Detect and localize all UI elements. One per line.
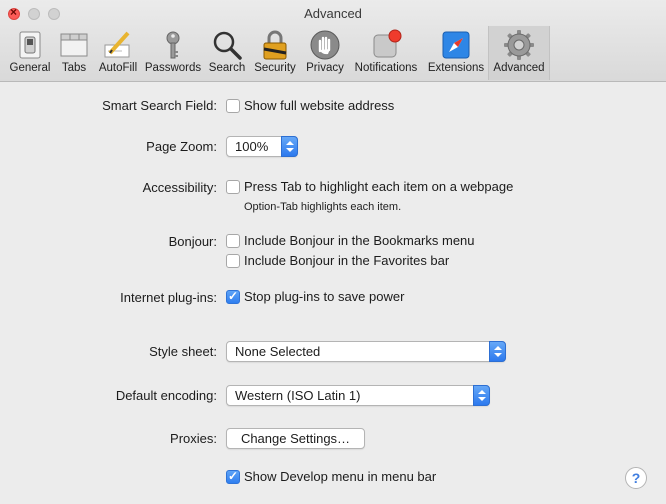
- gear-icon: [504, 30, 534, 60]
- tab-label: Tabs: [61, 62, 87, 74]
- bonjour-bookmarks-checkbox[interactable]: [226, 234, 240, 248]
- switch-icon: [19, 31, 41, 59]
- accessibility-label: Accessibility:: [142, 180, 217, 195]
- title-toolbar: Advanced General Tabs: [0, 0, 666, 82]
- tab-extensions[interactable]: Extensions: [425, 26, 487, 80]
- popup-arrows-icon: [473, 385, 490, 406]
- bonjour-bookmarks-text: Include Bonjour in the Bookmarks menu: [244, 233, 475, 248]
- style-sheet-popup[interactable]: None Selected: [226, 341, 506, 362]
- tab-label: AutoFill: [98, 62, 138, 74]
- tab-label: Extensions: [427, 62, 485, 74]
- change-settings-button[interactable]: Change Settings…: [226, 428, 365, 449]
- tab-passwords[interactable]: Passwords: [143, 26, 203, 80]
- page-zoom-label: Page Zoom:: [146, 139, 217, 154]
- smart-search-label: Smart Search Field:: [102, 98, 217, 113]
- key-icon: [166, 31, 180, 59]
- window-title: Advanced: [304, 6, 362, 21]
- tab-privacy[interactable]: Privacy: [303, 26, 347, 80]
- style-sheet-value: None Selected: [235, 344, 321, 359]
- tab-label: Search: [208, 62, 246, 74]
- style-sheet-label: Style sheet:: [149, 344, 217, 359]
- notification-icon: [373, 29, 402, 58]
- stop-plugins-text: Stop plug-ins to save power: [244, 289, 405, 304]
- tabs-icon: [60, 33, 88, 57]
- press-tab-checkbox[interactable]: [226, 180, 240, 194]
- stop-plugins-checkbox[interactable]: [226, 289, 240, 304]
- popup-arrows-icon: [489, 341, 506, 362]
- magnifier-icon: [213, 31, 242, 60]
- develop-menu-checkbox[interactable]: [226, 469, 240, 484]
- pencil-form-icon: [104, 31, 130, 58]
- tab-notifications[interactable]: Notifications: [350, 26, 422, 80]
- bonjour-favorites-checkbox[interactable]: [226, 254, 240, 268]
- tab-label: Advanced: [493, 62, 545, 74]
- preferences-window: Advanced General Tabs: [0, 0, 666, 504]
- padlock-icon: [263, 30, 287, 60]
- tab-label: General: [9, 62, 51, 74]
- tab-label: Passwords: [144, 62, 202, 74]
- tab-advanced[interactable]: Advanced: [488, 26, 550, 80]
- tab-search[interactable]: Search: [206, 26, 248, 80]
- option-tab-hint: Option-Tab highlights each item.: [244, 201, 402, 213]
- popup-arrows-icon: [281, 136, 298, 157]
- develop-menu-text: Show Develop menu in menu bar: [244, 469, 437, 484]
- press-tab-text: Press Tab to highlight each item on a we…: [244, 179, 514, 194]
- page-zoom-popup[interactable]: 100%: [226, 136, 298, 157]
- tab-label: Notifications: [354, 62, 418, 74]
- tab-label: Security: [254, 62, 296, 74]
- tab-general[interactable]: General: [4, 26, 56, 80]
- encoding-popup[interactable]: Western (ISO Latin 1): [226, 385, 490, 406]
- proxies-label: Proxies:: [170, 431, 217, 446]
- plugins-label: Internet plug-ins:: [120, 290, 217, 305]
- show-full-address-checkbox[interactable]: [226, 99, 240, 113]
- hand-icon: [310, 30, 340, 60]
- compass-icon: [442, 31, 470, 59]
- tab-security[interactable]: Security: [250, 26, 300, 80]
- encoding-label: Default encoding:: [115, 388, 217, 403]
- bonjour-favorites-text: Include Bonjour in the Favorites bar: [244, 253, 450, 268]
- page-zoom-value: 100%: [235, 139, 269, 154]
- bonjour-label: Bonjour:: [168, 234, 217, 249]
- tab-autofill[interactable]: AutoFill: [94, 26, 142, 80]
- tab-tabs[interactable]: Tabs: [56, 26, 92, 80]
- show-full-address-text: Show full website address: [244, 98, 395, 113]
- tab-label: Privacy: [306, 62, 344, 74]
- encoding-value: Western (ISO Latin 1): [235, 388, 361, 403]
- help-button[interactable]: ?: [625, 467, 647, 489]
